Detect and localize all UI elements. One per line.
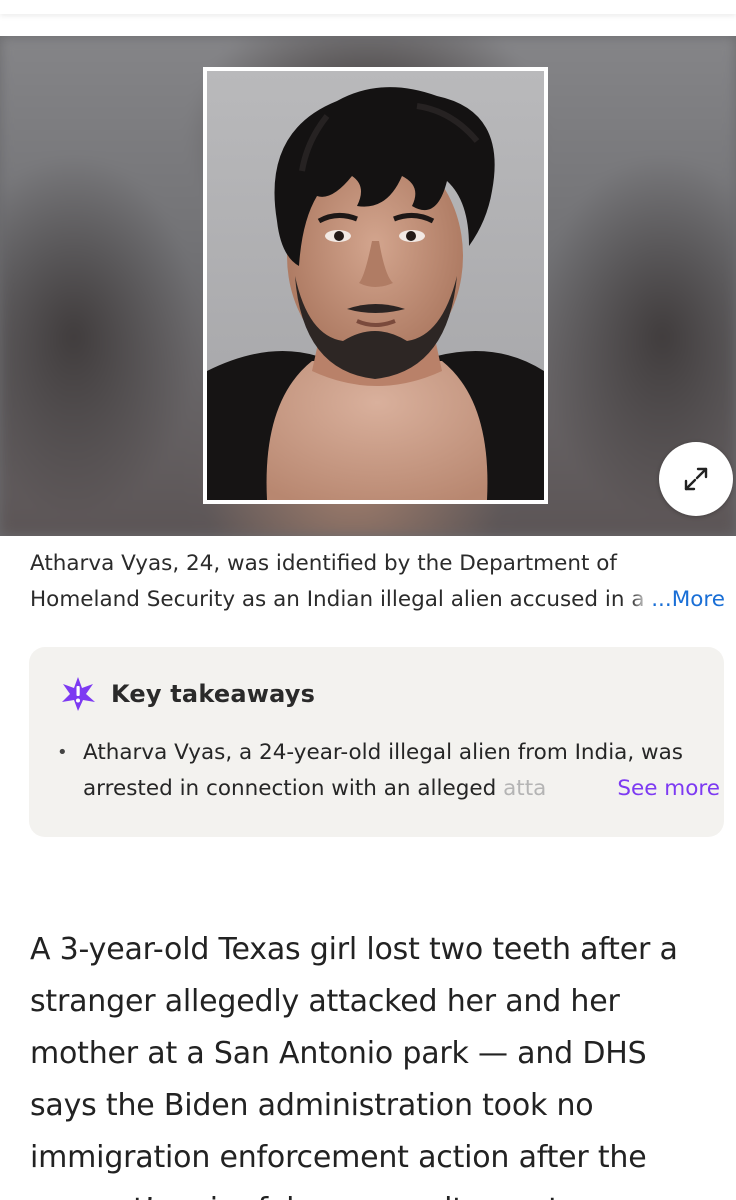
- caption-line-2-text: Homeland Security as an Indian illegal a…: [30, 587, 645, 612]
- key-takeaways-header: Key takeaways: [59, 675, 315, 713]
- key-takeaways-card: Key takeaways • Atharva Vyas, a 24-year-…: [29, 647, 724, 837]
- mugshot-image: [207, 71, 544, 500]
- caption-more-link[interactable]: ...More: [631, 582, 725, 618]
- article-paragraph: A 3-year-old Texas girl lost two teeth a…: [30, 932, 678, 1200]
- top-bar: [0, 0, 736, 14]
- expand-image-button[interactable]: [659, 442, 733, 516]
- takeaway-text: Atharva Vyas, a 24-year-old illegal alie…: [83, 735, 720, 807]
- sparkle-icon: [62, 677, 95, 711]
- takeaway-list-item: • Atharva Vyas, a 24-year-old illegal al…: [57, 735, 720, 807]
- caption-line-2: Homeland Security as an Indian illegal a…: [30, 582, 725, 618]
- caption-line-1: Atharva Vyas, 24, was identified by the …: [30, 551, 617, 576]
- see-more-button[interactable]: See more: [617, 776, 720, 801]
- see-more-container: See more: [557, 771, 720, 807]
- hero-image[interactable]: [0, 36, 736, 536]
- bullet-icon: •: [57, 742, 68, 763]
- mugshot-photo[interactable]: [203, 67, 548, 504]
- takeaway-line-2-fade: atta: [503, 776, 547, 801]
- key-takeaways-title: Key takeaways: [111, 680, 316, 708]
- expand-arrows-icon: [684, 467, 708, 491]
- article-page: Atharva Vyas, 24, was identified by the …: [0, 0, 736, 1200]
- takeaway-line-1: Atharva Vyas, a 24-year-old illegal alie…: [83, 740, 683, 765]
- image-caption: Atharva Vyas, 24, was identified by the …: [30, 546, 730, 618]
- takeaway-line-2-text: arrested in connection with an alleged: [83, 776, 504, 801]
